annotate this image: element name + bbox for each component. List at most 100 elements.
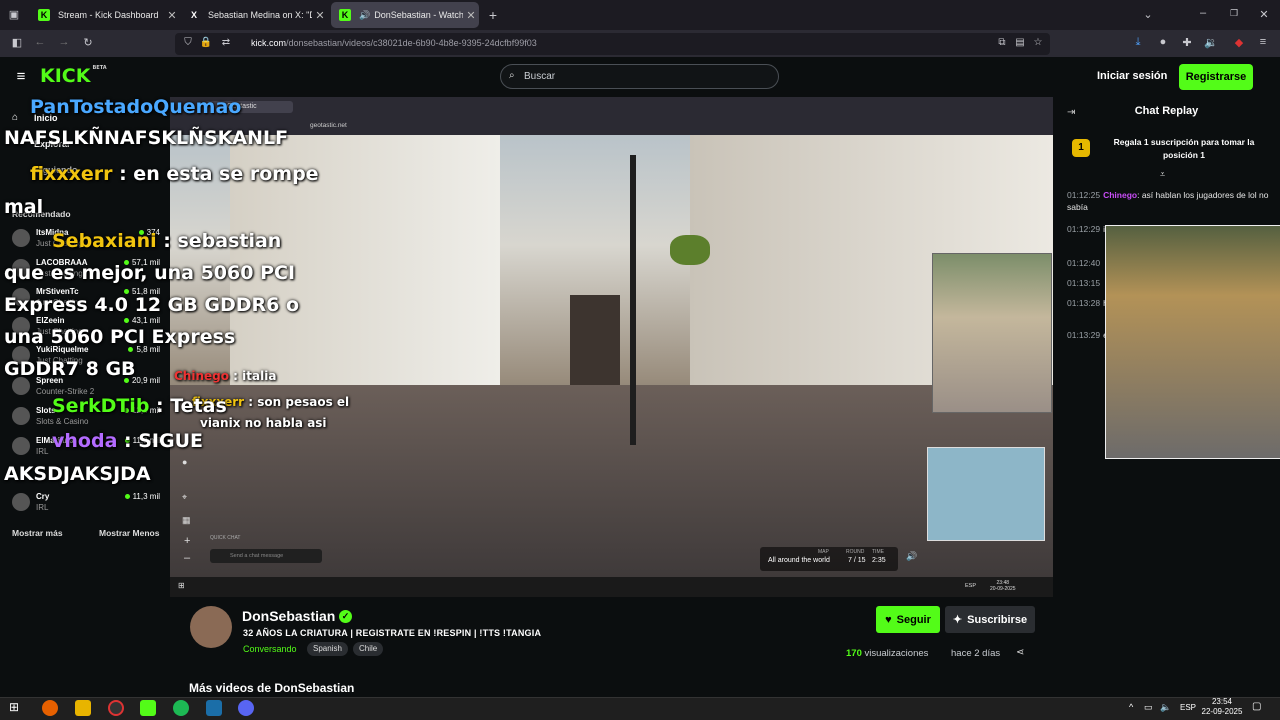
overlay-chat-line: fixxxerr : en esta se rompe <box>30 163 319 185</box>
file-explorer-icon[interactable] <box>75 700 91 716</box>
tag-chile[interactable]: Chile <box>353 642 384 656</box>
reload-icon[interactable]: ↻ <box>81 36 95 49</box>
overlay-chat-text: Express 4.0 12 GB GDDR6 o <box>4 294 300 316</box>
menu-icon[interactable]: ≡ <box>1256 36 1270 48</box>
browser-tab-strip: ▣ K Stream - Kick Dashboard ✕ X Sebastia… <box>0 0 1280 30</box>
close-icon[interactable]: ✕ <box>463 9 479 22</box>
tab-kick-dashboard[interactable]: K Stream - Kick Dashboard ✕ <box>30 2 180 28</box>
restore-icon[interactable]: ❐ <box>1227 8 1241 19</box>
tab-donsebastian[interactable]: K 🔊 DonSebastian - Watch the ✕ <box>331 2 479 28</box>
follow-button[interactable]: ♥ Seguir <box>876 606 940 633</box>
overlay-chat-line: vhoda : SIGUE <box>52 430 203 452</box>
category-link[interactable]: Conversando <box>243 644 297 654</box>
time-value: 2:35 <box>872 557 886 564</box>
notifications-icon[interactable]: ▢ <box>1252 701 1261 712</box>
close-icon[interactable]: ✕ <box>312 9 328 22</box>
chevron-down-icon[interactable]: ⌄ <box>1141 8 1155 21</box>
chat-timestamp: 01:13:28 <box>1067 298 1101 308</box>
gift-sub-promo[interactable]: Regala 1 suscripción para tomar la posic… <box>1101 136 1267 162</box>
grid-icon[interactable]: ▦ <box>182 515 191 526</box>
login-button[interactable]: Iniciar sesión <box>1097 70 1167 82</box>
stream-clock: 23:48 20-09-2025 <box>990 580 1016 592</box>
webcam-overlay-large <box>1105 225 1280 459</box>
download-icon[interactable]: ⤓ <box>1131 36 1145 49</box>
overlay-chat-text: una 5060 PCI Express <box>4 326 236 348</box>
pin-icon[interactable]: ● <box>182 457 187 467</box>
lamp-post <box>630 155 636 445</box>
stream-browser-chrome: Geotastic geotastic.net <box>170 97 1053 135</box>
addon-icon[interactable]: ◆ <box>1232 36 1246 49</box>
url-text: kick.com/donsebastian/videos/c38021de-6b… <box>251 38 537 48</box>
window-close-icon[interactable]: ✕ <box>1257 8 1271 21</box>
reader-view-icon[interactable]: ▤ <box>1013 37 1027 48</box>
bookmark-star-icon[interactable]: ☆ <box>1031 37 1045 48</box>
discord-icon[interactable] <box>238 700 254 716</box>
system-clock[interactable]: 23:54 22-09-2025 <box>1200 697 1244 717</box>
channel-category: Slots & Casino <box>36 417 89 426</box>
share-icon[interactable]: ⋖ <box>1016 647 1024 658</box>
volume-icon[interactable]: 🔈 <box>1160 702 1171 713</box>
speaker-icon: 🔊 <box>359 9 371 20</box>
steam-icon[interactable] <box>206 700 222 716</box>
kick-icon: K <box>38 9 50 21</box>
avatar[interactable] <box>190 606 232 648</box>
close-icon[interactable]: ✕ <box>164 9 180 22</box>
account-icon[interactable]: ● <box>1156 36 1170 48</box>
permissions-icon: ⇄ <box>221 37 231 48</box>
ingame-chat-line: Chinego : italia <box>174 369 277 383</box>
back-icon[interactable]: ← <box>33 36 47 48</box>
signup-button[interactable]: Registrarse <box>1179 64 1253 90</box>
sidebar-toggle-icon[interactable]: ◧ <box>10 36 24 49</box>
ingame-chat-line: vianix no habla asi <box>200 416 327 430</box>
channel-name: ElZeein <box>36 316 65 325</box>
tab-x-post[interactable]: X Sebastian Medina on X: "Dylan ✕ <box>180 2 328 28</box>
new-tab-icon[interactable]: + <box>486 7 500 23</box>
obs-icon[interactable] <box>108 700 124 716</box>
hamburger-menu-icon[interactable]: ≡ <box>14 68 28 85</box>
overlay-chat-line: una 5060 PCI Express <box>4 326 235 348</box>
picture-in-picture-icon[interactable]: ⧉ <box>995 37 1009 48</box>
tray-language[interactable]: ESP <box>1180 703 1196 712</box>
viewer-count: 43,1 mil <box>124 316 160 325</box>
chevron-down-icon[interactable]: ⩡ <box>1160 169 1165 180</box>
network-icon[interactable]: ▭ <box>1144 702 1153 713</box>
overlay-chat-user: PanTostadoQuemao <box>30 96 242 118</box>
chat-timestamp: 01:12:29 <box>1067 224 1101 234</box>
url-field[interactable]: ⛉ 🔒 ⇄ kick.com/donsebastian/videos/c3802… <box>175 33 1050 55</box>
windows-start-icon[interactable]: ⊞ <box>9 700 19 714</box>
overlay-chat-line: GDDR7 8 GB <box>4 358 136 380</box>
minimize-icon[interactable]: – <box>1196 7 1210 19</box>
minimap[interactable] <box>927 447 1045 541</box>
forward-icon[interactable]: → <box>57 36 71 48</box>
sound-icon[interactable]: 🔊 <box>906 551 917 562</box>
channel-name[interactable]: DonSebastian <box>242 608 335 624</box>
avatar <box>12 493 30 511</box>
zoom-in-icon[interactable]: + <box>184 535 190 547</box>
mute-icon[interactable]: 🔉 <box>1204 36 1218 49</box>
zoom-out-icon[interactable]: – <box>184 552 190 564</box>
tray-chevron-icon[interactable]: ^ <box>1129 702 1133 712</box>
show-more-button[interactable]: Mostrar más <box>12 528 63 538</box>
chat-username[interactable]: Chinego <box>1103 190 1137 200</box>
spotify-icon[interactable] <box>173 700 189 716</box>
tab-list-icon[interactable]: ▣ <box>7 8 21 21</box>
overlay-chat-text: : en esta se rompe <box>112 163 319 185</box>
chat-message-field[interactable]: Send a chat message <box>210 549 322 563</box>
extensions-icon[interactable]: ✚ <box>1180 36 1194 49</box>
kick-icon: K <box>339 9 351 21</box>
tag-spanish[interactable]: Spanish <box>307 642 348 656</box>
kick-logo[interactable]: KICK BETA <box>40 65 107 87</box>
kick-app-icon[interactable] <box>140 700 156 716</box>
firefox-icon[interactable] <box>42 700 58 716</box>
heart-icon: ♥ <box>885 613 892 626</box>
stream-lang: ESP <box>965 583 977 589</box>
navigation-toolbar: ◧ ← → ↻ ⛉ 🔒 ⇄ kick.com/donsebastian/vide… <box>0 30 1280 57</box>
subscribe-button[interactable]: ✦ Suscribirse <box>945 606 1035 633</box>
sidebar-channel[interactable]: Cry IRL 11,3 mil <box>8 491 168 519</box>
overlay-chat-line: mal <box>4 196 43 218</box>
location-icon[interactable]: ⌖ <box>182 492 187 503</box>
search-input[interactable]: ⌕ Buscar <box>500 64 779 89</box>
shield-icon: ⛉ <box>184 37 192 48</box>
avatar <box>12 437 30 455</box>
show-less-button[interactable]: Mostrar Menos <box>99 528 159 538</box>
